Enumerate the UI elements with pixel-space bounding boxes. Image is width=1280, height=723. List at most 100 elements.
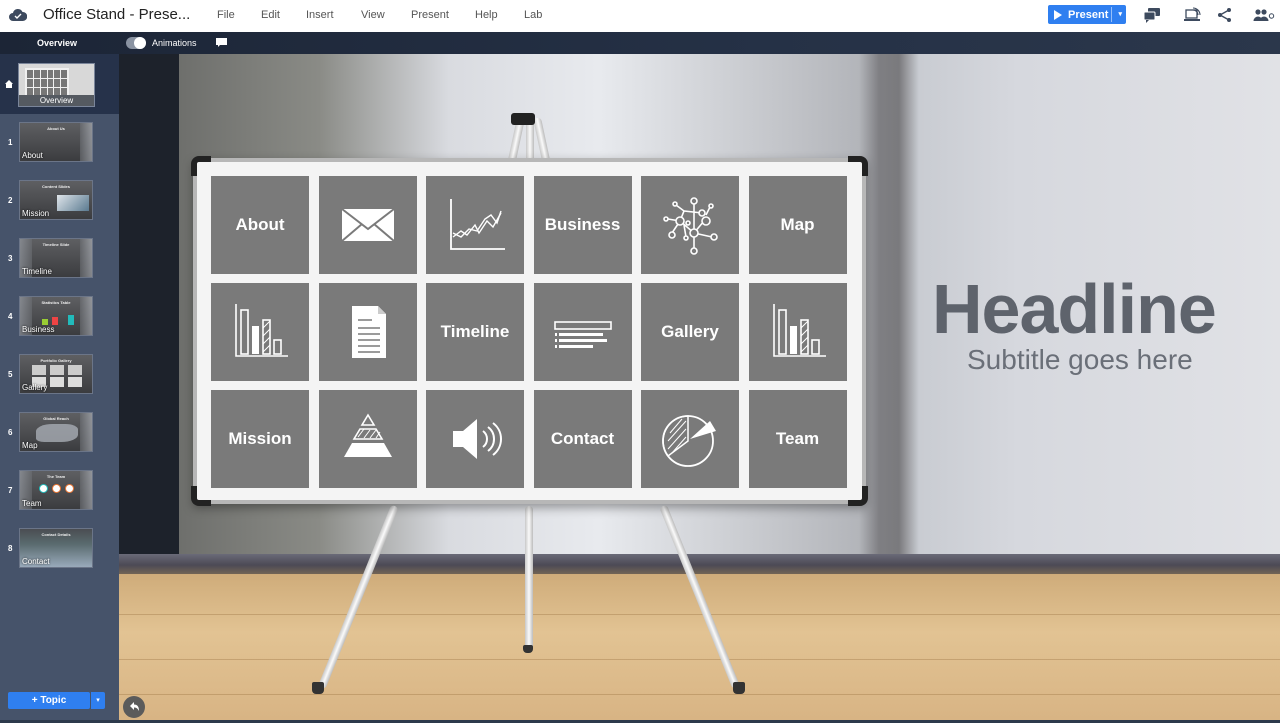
toggle-knob: [134, 37, 146, 49]
cloud-check-icon[interactable]: [9, 8, 27, 22]
headline-text[interactable]: Headline: [932, 269, 1217, 349]
thumb-label: Map: [22, 441, 38, 450]
board-corner: [848, 486, 868, 506]
tile-bar-chart[interactable]: [211, 283, 309, 381]
add-topic-button[interactable]: + Topic: [8, 692, 90, 709]
slide-number: 1: [8, 138, 13, 147]
background-shadow: [119, 54, 179, 614]
bar-chart-icon: [235, 304, 288, 357]
tile-team[interactable]: Team: [748, 390, 847, 488]
slide-number: 7: [8, 486, 13, 495]
undo-button[interactable]: [123, 696, 145, 718]
overview-thumbnail-label: Overview: [19, 95, 94, 106]
tile-text-lines[interactable]: [533, 283, 632, 381]
overview-thumbnail[interactable]: Overview: [18, 63, 95, 107]
thumb-title: Portfolio Gallery: [40, 358, 72, 363]
slide-thumbnail-team[interactable]: The Team Team: [19, 470, 93, 510]
overview-thumbnail-preview: [25, 68, 69, 98]
topic-grid: About Business Map Timeline Gallery Miss…: [211, 176, 847, 488]
present-label: Present: [1068, 8, 1109, 21]
animations-label: Animations: [152, 38, 197, 48]
menu-lab[interactable]: Lab: [524, 9, 542, 21]
envelope-icon: [340, 208, 395, 242]
document-title[interactable]: Office Stand - Prese...: [43, 6, 190, 23]
present-button[interactable]: Present ▾: [1048, 5, 1126, 24]
easel-leg-center: [525, 506, 533, 652]
slide-sidebar: Overview 1 About Us About 2 Content Slid…: [0, 54, 119, 720]
menu-present[interactable]: Present: [411, 9, 449, 21]
slide-thumbnail-timeline[interactable]: Timeline Slide Timeline: [19, 238, 93, 278]
present-dropdown-caret[interactable]: ▾: [1118, 10, 1122, 18]
pie-chart-icon: [662, 415, 716, 467]
thumb-title: Timeline Slide: [42, 242, 70, 247]
thumb-title: Content Slides: [41, 184, 70, 189]
thumb-title: The Team: [46, 474, 66, 479]
thumb-label: Contact: [22, 557, 50, 566]
animations-toggle[interactable]: [126, 37, 146, 49]
thumb-title: Statistics Table: [41, 300, 71, 305]
menu-view[interactable]: View: [361, 9, 385, 21]
slide-number: 3: [8, 254, 13, 263]
collaborators-icon[interactable]: [1253, 7, 1275, 23]
tile-map[interactable]: Map: [748, 176, 847, 274]
thumb-label: About: [22, 151, 43, 160]
bar-chart-icon: [772, 304, 826, 357]
board-corner: [191, 156, 211, 176]
share-icon[interactable]: [1216, 7, 1234, 23]
tile-document[interactable]: [318, 283, 417, 381]
easel-foot-left: [312, 682, 324, 694]
comment-icon[interactable]: [216, 38, 227, 47]
tile-contact[interactable]: Contact: [533, 390, 632, 488]
cast-screen-icon[interactable]: [1183, 7, 1201, 23]
slide-thumbnail-contact[interactable]: Contact Details Contact: [19, 528, 93, 568]
tile-pie-chart[interactable]: [641, 390, 739, 488]
menu-file[interactable]: File: [217, 9, 235, 21]
add-topic-dropdown[interactable]: ▾: [91, 692, 105, 709]
tile-bar-chart-2[interactable]: [748, 283, 847, 381]
overview-thumbnail-block[interactable]: Overview: [0, 54, 119, 114]
tile-line-chart[interactable]: [426, 176, 524, 274]
slide-thumbnail-about[interactable]: About Us About: [19, 122, 93, 162]
tile-gallery[interactable]: Gallery: [641, 283, 739, 381]
pyramid-icon: [343, 413, 392, 457]
speaker-icon: [453, 419, 502, 459]
tile-about[interactable]: About: [211, 176, 309, 274]
thumb-label: Team: [22, 499, 42, 508]
slide-thumbnail-business[interactable]: Statistics Table Business: [19, 296, 93, 336]
line-chart-icon: [450, 199, 505, 250]
tile-timeline[interactable]: Timeline: [426, 283, 524, 381]
slide-thumbnail-mission[interactable]: Content Slides Mission: [19, 180, 93, 220]
slide-number: 2: [8, 196, 13, 205]
tile-speaker[interactable]: [426, 390, 524, 488]
menu-insert[interactable]: Insert: [306, 9, 334, 21]
menu-help[interactable]: Help: [475, 9, 498, 21]
presentation-canvas[interactable]: Headline Subtitle goes here About Busine…: [119, 54, 1280, 720]
tile-mission[interactable]: Mission: [211, 390, 309, 488]
easel-foot-right: [733, 682, 745, 694]
slide-thumbnail-map[interactable]: Global Reach Map: [19, 412, 93, 452]
easel-foot-center: [523, 645, 533, 653]
thumb-title: Global Reach: [43, 416, 69, 421]
present-divider: [1111, 7, 1112, 22]
tile-pyramid[interactable]: [318, 390, 417, 488]
comments-icon[interactable]: [1143, 7, 1161, 23]
overview-label[interactable]: Overview: [37, 38, 77, 48]
board-corner: [191, 486, 211, 506]
tile-network[interactable]: [641, 176, 739, 274]
text-lines-icon: [553, 321, 612, 348]
thumb-title: About Us: [47, 126, 65, 131]
menu-edit[interactable]: Edit: [261, 9, 280, 21]
tile-envelope[interactable]: [318, 176, 417, 274]
easel-top-clamp: [511, 113, 535, 125]
thumb-label: Mission: [22, 209, 50, 218]
home-icon: [5, 80, 13, 88]
slide-thumbnail-gallery[interactable]: Portfolio Gallery Gallery: [19, 354, 93, 394]
network-icon: [663, 197, 718, 255]
slide-number: 6: [8, 428, 13, 437]
slide-number: 8: [8, 544, 13, 553]
board-corner: [848, 156, 868, 176]
tile-business[interactable]: Business: [533, 176, 632, 274]
subtitle-text[interactable]: Subtitle goes here: [967, 344, 1193, 376]
thumb-label: Gallery: [22, 383, 48, 392]
slide-number: 4: [8, 312, 13, 321]
